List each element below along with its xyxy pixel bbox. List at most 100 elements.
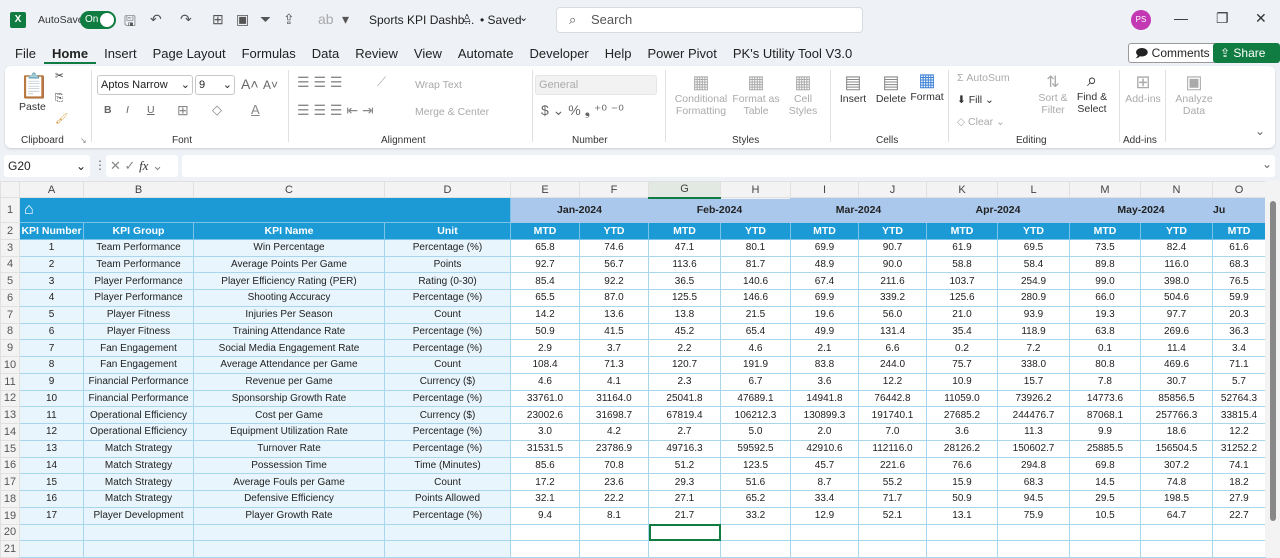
dialog-launcher-icon[interactable]: ↘ <box>80 136 87 145</box>
cell[interactable] <box>384 540 511 558</box>
value-cell[interactable]: 18.6 <box>1140 423 1213 441</box>
value-cell[interactable]: 74.6 <box>579 238 649 257</box>
kpi-n-cell[interactable]: 12 <box>19 423 84 441</box>
value-cell[interactable]: 221.6 <box>858 456 927 475</box>
column-header-K[interactable]: K <box>926 181 998 198</box>
row-header[interactable]: 21 <box>0 540 20 558</box>
value-cell[interactable]: 0.1 <box>1069 339 1141 357</box>
select-all-button[interactable] <box>0 181 20 198</box>
value-cell[interactable]: 5.0 <box>720 423 791 441</box>
delete-cells-button[interactable]: ▤ Delete <box>873 72 909 105</box>
tab-insert[interactable]: Insert <box>96 44 145 64</box>
row-header[interactable]: 13 <box>0 406 20 424</box>
value-cell[interactable]: 69.9 <box>790 289 859 307</box>
row-header[interactable]: 2 <box>0 222 20 240</box>
kpi-name-cell[interactable]: Training Attendance Rate <box>193 322 385 341</box>
tab-developer[interactable]: Developer <box>522 44 597 64</box>
spelling-icon[interactable]: ab <box>318 11 334 27</box>
value-cell[interactable]: 36.5 <box>648 272 721 290</box>
cell[interactable] <box>997 540 1070 558</box>
value-cell[interactable]: 112116.0 <box>858 439 927 458</box>
value-cell[interactable]: 15.9 <box>926 473 998 491</box>
kpi-unit-cell[interactable]: Percentage (%) <box>384 389 511 408</box>
kpi-unit-cell[interactable]: Percentage (%) <box>384 439 511 458</box>
value-cell[interactable]: 116.0 <box>1140 255 1213 274</box>
value-cell[interactable]: 85.4 <box>510 272 580 290</box>
value-cell[interactable]: 191740.1 <box>858 406 927 424</box>
kpi-group-cell[interactable]: Match Strategy <box>83 439 194 458</box>
row-header[interactable]: 6 <box>0 289 20 307</box>
value-cell[interactable]: 41.5 <box>579 322 649 341</box>
tab-help[interactable]: Help <box>597 44 640 64</box>
value-cell[interactable]: 280.9 <box>997 289 1070 307</box>
kpi-group-cell[interactable]: Operational Efficiency <box>83 423 194 441</box>
name-box[interactable]: G20 ⌄ <box>4 155 90 177</box>
kpi-unit-cell[interactable]: Currency ($) <box>384 406 511 424</box>
filter-icon[interactable]: ⏷ <box>260 11 271 28</box>
value-cell[interactable]: 244.0 <box>858 356 927 374</box>
wrap-text-button[interactable]: Wrap Text <box>415 79 462 91</box>
value-cell[interactable]: 14.2 <box>510 305 580 324</box>
value-cell[interactable]: 10.5 <box>1069 506 1141 525</box>
format-cells-button[interactable]: ▦ Format <box>909 70 945 103</box>
value-cell[interactable]: 85856.5 <box>1140 389 1213 408</box>
value-cell[interactable]: 27.1 <box>648 490 721 508</box>
cell[interactable] <box>1069 523 1141 542</box>
value-cell[interactable]: 3.6 <box>790 372 859 391</box>
sub-header[interactable]: MTD <box>648 222 721 240</box>
row-header[interactable]: 14 <box>0 423 20 441</box>
cell[interactable] <box>926 523 998 542</box>
cancel-icon[interactable]: ✕ <box>110 158 121 173</box>
value-cell[interactable]: 89.8 <box>1069 255 1141 274</box>
cell[interactable] <box>384 523 511 542</box>
tab-view[interactable]: View <box>406 44 450 64</box>
kpi-n-cell[interactable]: 16 <box>19 490 84 508</box>
value-cell[interactable]: 51.6 <box>720 473 791 491</box>
sub-header[interactable]: MTD <box>1069 222 1141 240</box>
kpi-group-cell[interactable]: Player Performance <box>83 289 194 307</box>
kpi-unit-cell[interactable]: Percentage (%) <box>384 289 511 307</box>
value-cell[interactable]: 150602.7 <box>997 439 1070 458</box>
column-header-F[interactable]: F <box>579 181 649 198</box>
value-cell[interactable]: 15.7 <box>997 372 1070 391</box>
value-cell[interactable]: 65.4 <box>720 322 791 341</box>
sub-header[interactable]: MTD <box>926 222 998 240</box>
tab-page-layout[interactable]: Page Layout <box>145 44 234 64</box>
value-cell[interactable]: 49716.3 <box>648 439 721 458</box>
value-cell[interactable]: 21.7 <box>648 506 721 525</box>
value-cell[interactable]: 51.2 <box>648 456 721 475</box>
value-cell[interactable]: 33.2 <box>720 506 791 525</box>
cell[interactable] <box>648 540 721 558</box>
sub-header[interactable]: YTD <box>579 222 649 240</box>
value-cell[interactable]: 254.9 <box>997 272 1070 290</box>
save-icon[interactable]: 🖫 <box>124 11 136 35</box>
sort-filter-button[interactable]: ⇅ Sort & Filter <box>1035 72 1071 116</box>
value-cell[interactable]: 7.2 <box>997 339 1070 357</box>
kpi-unit-cell[interactable]: Percentage (%) <box>384 238 511 257</box>
formula-input[interactable] <box>182 155 1275 177</box>
tab-file[interactable]: File <box>7 44 44 64</box>
value-cell[interactable]: 32.1 <box>510 490 580 508</box>
value-cell[interactable]: 58.4 <box>997 255 1070 274</box>
value-cell[interactable]: 21.5 <box>720 305 791 324</box>
value-cell[interactable]: 3.4 <box>1212 339 1266 357</box>
kpi-group-cell[interactable]: Player Development <box>83 506 194 525</box>
column-header-L[interactable]: L <box>997 181 1070 198</box>
row-header[interactable]: 15 <box>0 439 20 458</box>
kpi-n-cell[interactable]: 9 <box>19 372 84 391</box>
value-cell[interactable]: 66.0 <box>1069 289 1141 307</box>
value-cell[interactable]: 59592.5 <box>720 439 791 458</box>
value-cell[interactable]: 2.1 <box>790 339 859 357</box>
analyze-data-button[interactable]: ▣ Analyze Data <box>1171 72 1217 117</box>
column-header-B[interactable]: B <box>83 181 194 198</box>
borders-icon[interactable]: ⊞ <box>177 102 189 119</box>
kpi-group-cell[interactable]: Fan Engagement <box>83 339 194 357</box>
value-cell[interactable]: 22.2 <box>579 490 649 508</box>
avatar[interactable]: PS <box>1131 10 1151 30</box>
share-button[interactable]: ⇪ Share ⌄ <box>1213 43 1280 78</box>
sub-header[interactable]: YTD <box>720 222 791 240</box>
value-cell[interactable]: 49.9 <box>790 322 859 341</box>
value-cell[interactable]: 13.1 <box>926 506 998 525</box>
column-header-N[interactable]: N <box>1140 181 1213 198</box>
value-cell[interactable]: 123.5 <box>720 456 791 475</box>
